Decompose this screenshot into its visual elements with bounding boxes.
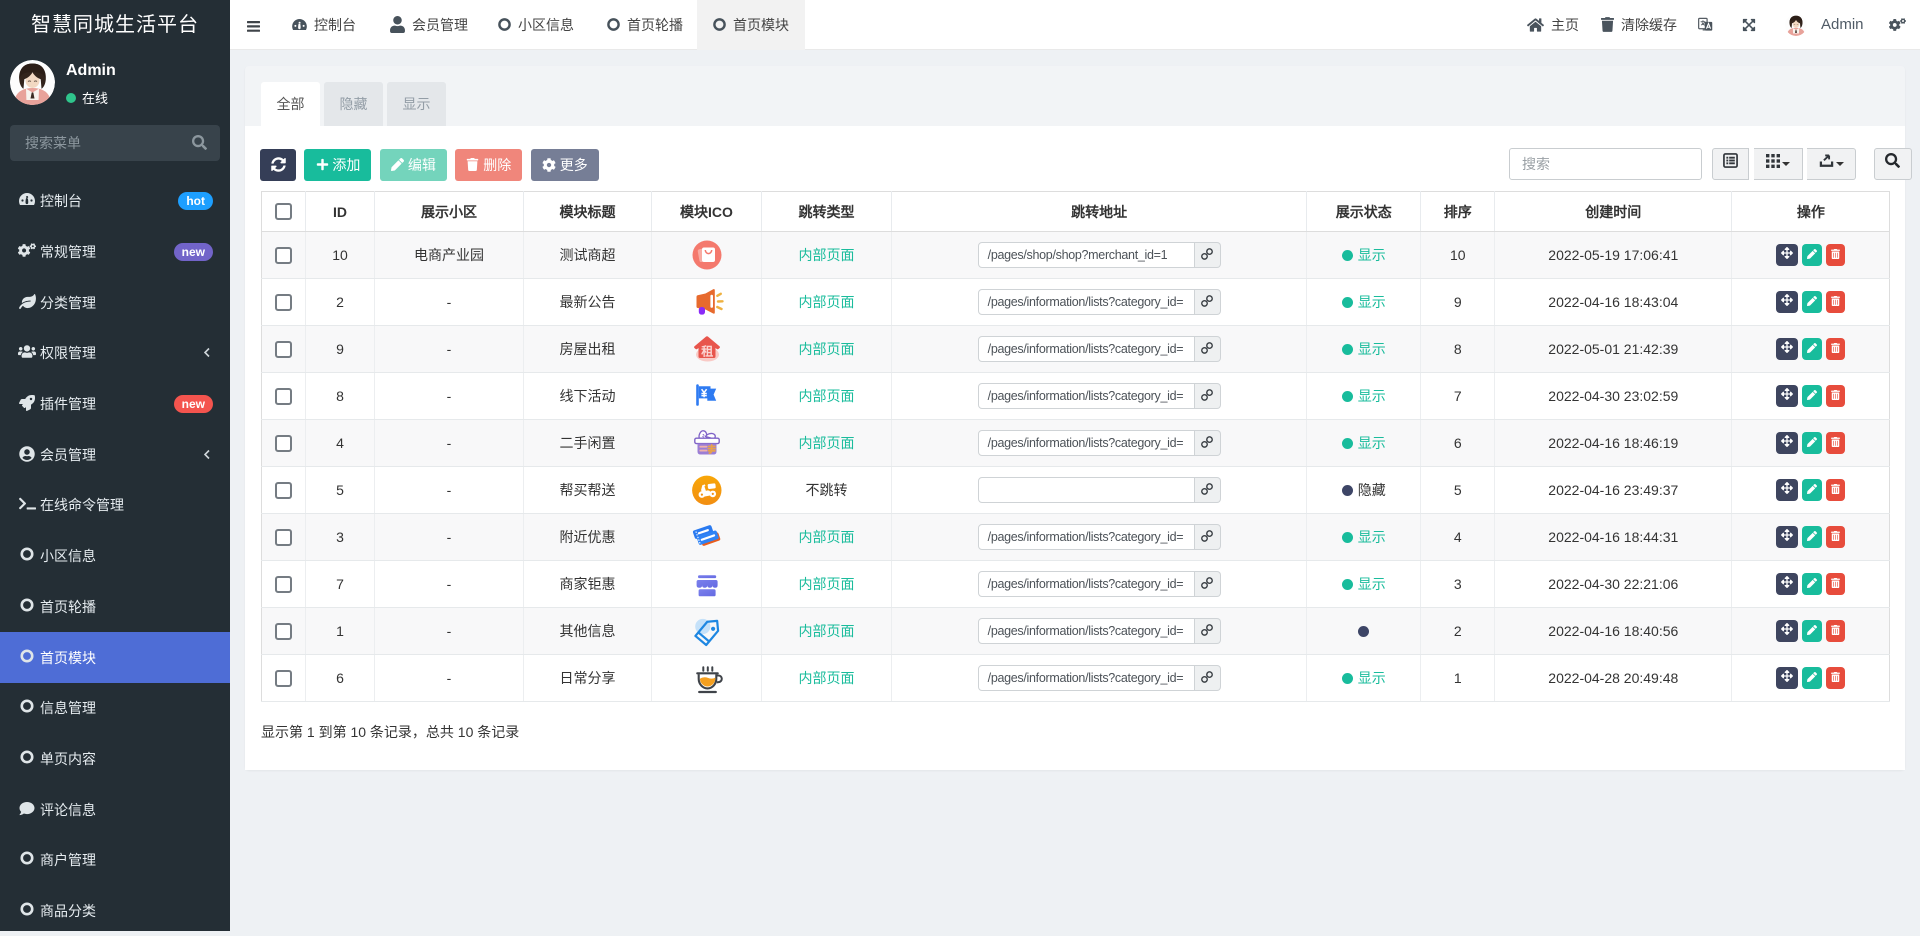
svg-text:租: 租 [701, 345, 713, 359]
